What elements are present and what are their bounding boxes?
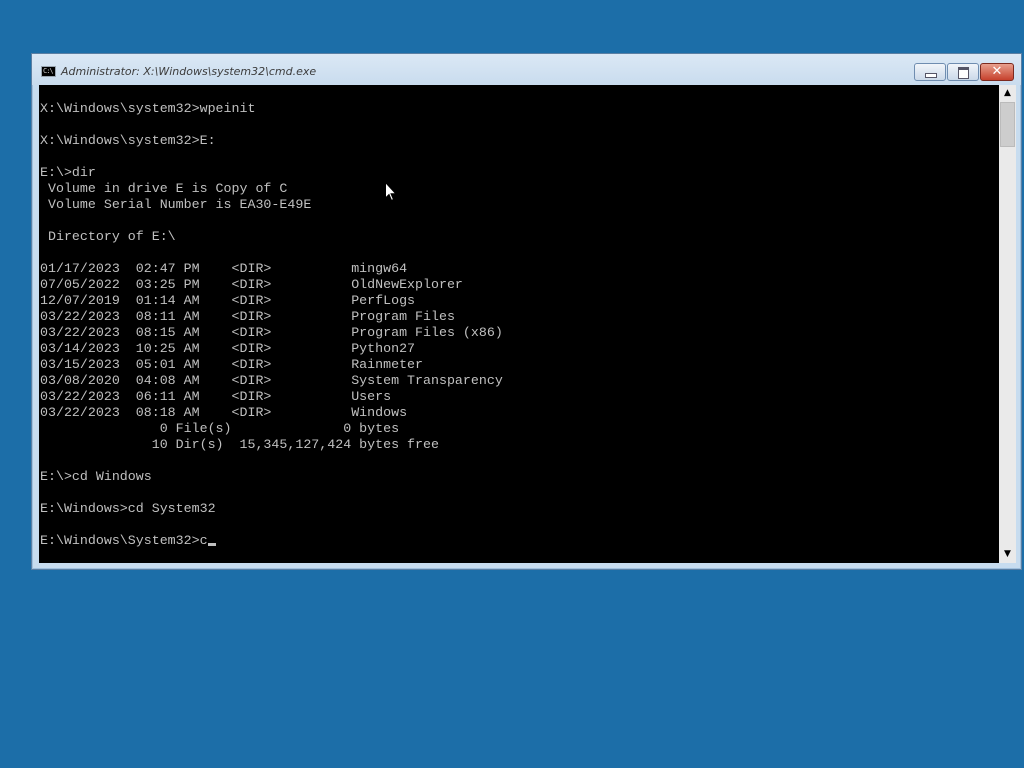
- console-line: Directory of E:\: [40, 229, 176, 244]
- minimize-button[interactable]: [914, 63, 946, 81]
- window-title: Administrator: X:\Windows\system32\cmd.e…: [61, 65, 317, 78]
- console-line: 10 Dir(s) 15,345,127,424 bytes free: [40, 437, 439, 452]
- console-line: 03/22/2023 06:11 AM <DIR> Users: [40, 389, 392, 404]
- text-cursor: [207, 543, 216, 546]
- console-line: 03/15/2023 05:01 AM <DIR> Rainmeter: [40, 357, 424, 372]
- cmd-window[interactable]: C:\ Administrator: X:\Windows\system32\c…: [31, 53, 1022, 570]
- close-icon: ✕: [991, 64, 1003, 79]
- console-line: 03/22/2023 08:18 AM <DIR> Windows: [40, 405, 408, 420]
- close-button[interactable]: ✕: [980, 63, 1014, 81]
- console-line: X:\Windows\system32>E:: [40, 133, 216, 148]
- command-prompt-line[interactable]: E:\Windows\System32>c: [40, 533, 503, 549]
- console-line: 01/17/2023 02:47 PM <DIR> mingw64: [40, 261, 408, 276]
- console-line: 03/08/2020 04:08 AM <DIR> System Transpa…: [40, 373, 503, 388]
- console-line: E:\>cd Windows: [40, 469, 152, 484]
- console-line: 0 File(s) 0 bytes: [40, 421, 400, 436]
- console-line: E:\Windows>cd System32: [40, 501, 216, 516]
- prompt-path: E:\Windows\System32>: [40, 533, 200, 548]
- cmd-icon-glyph: C:\: [43, 67, 54, 75]
- mouse-pointer-icon: [385, 182, 397, 202]
- console-output: X:\Windows\system32>wpeinit X:\Windows\sy…: [40, 101, 503, 549]
- console-line: Volume in drive E is Copy of C: [40, 181, 288, 196]
- console-line: 03/14/2023 10:25 AM <DIR> Python27: [40, 341, 416, 356]
- cmd-icon[interactable]: C:\: [41, 66, 56, 77]
- maximize-button[interactable]: [947, 63, 979, 81]
- maximize-icon: [958, 67, 969, 79]
- scroll-down-arrow-icon[interactable]: ▼: [999, 546, 1016, 563]
- console-line: X:\Windows\system32>wpeinit: [40, 101, 256, 116]
- scroll-thumb[interactable]: [1000, 102, 1015, 147]
- title-bar[interactable]: C:\ Administrator: X:\Windows\system32\c…: [32, 54, 1021, 85]
- vertical-scrollbar[interactable]: ▲ ▼: [999, 85, 1016, 563]
- scroll-up-arrow-icon[interactable]: ▲: [999, 85, 1016, 102]
- command-input[interactable]: c: [200, 533, 208, 548]
- console-line: Volume Serial Number is EA30-E49E: [40, 197, 312, 212]
- console-line: 03/22/2023 08:11 AM <DIR> Program Files: [40, 309, 455, 324]
- console-line: 07/05/2022 03:25 PM <DIR> OldNewExplorer: [40, 277, 463, 292]
- console-line: 12/07/2019 01:14 AM <DIR> PerfLogs: [40, 293, 416, 308]
- minimize-icon: [925, 73, 937, 78]
- console-line: E:\>dir: [40, 165, 96, 180]
- console-line: 03/22/2023 08:15 AM <DIR> Program Files …: [40, 325, 503, 340]
- console-area[interactable]: X:\Windows\system32>wpeinit X:\Windows\sy…: [39, 85, 999, 563]
